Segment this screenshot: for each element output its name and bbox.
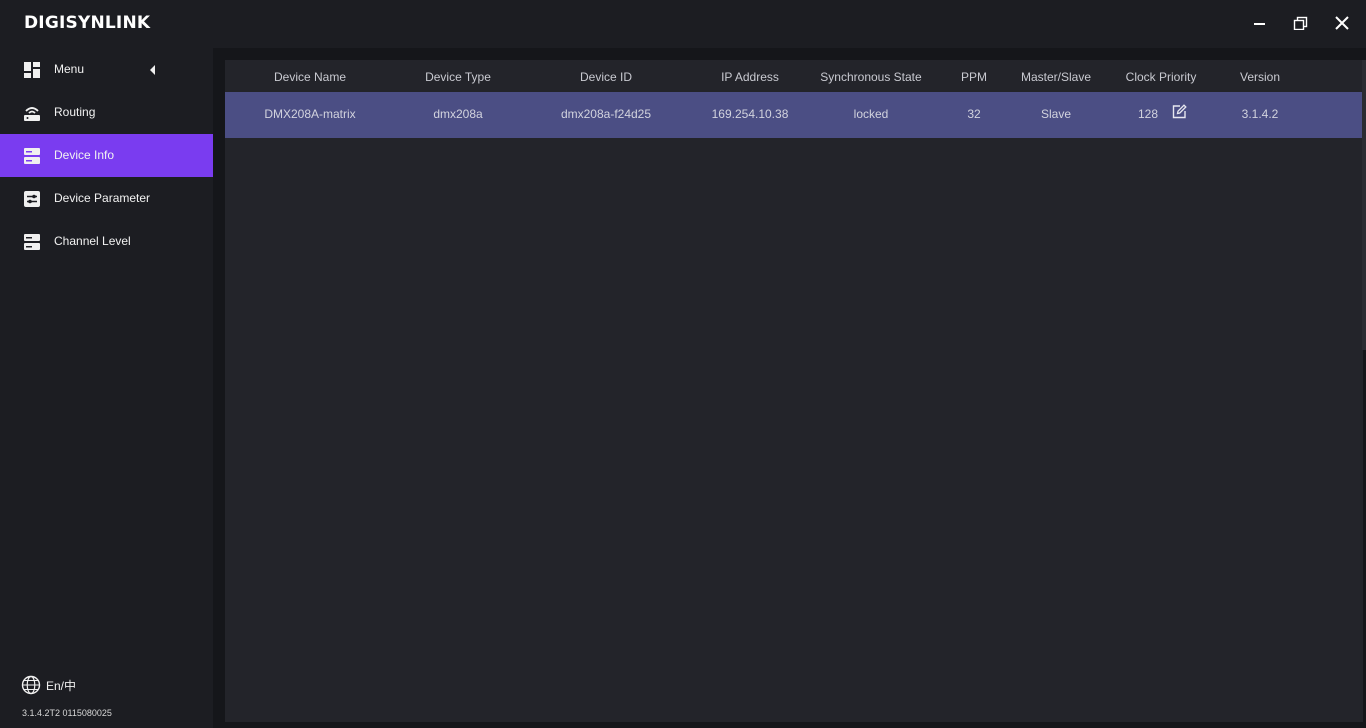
globe-icon [21,675,41,695]
build-version: 3.1.4.2T2 0115080025 [22,708,112,718]
cell-version: 3.1.4.2 [1241,107,1279,121]
column-header-device-id[interactable]: Device ID [580,70,632,84]
scrollbar[interactable] [1362,60,1366,350]
column-header-sync-state[interactable]: Synchronous State [820,70,921,84]
sidebar-item-routing[interactable]: Routing [0,91,213,134]
restore-button[interactable] [1286,10,1316,36]
app-window: DIGISYNLINK Menu Routing Device Info Dev… [0,0,1366,728]
app-logo: DIGISYNLINK [24,13,151,33]
sidebar-item-device-parameter[interactable]: Device Parameter [0,177,213,220]
device-info-table: Device Name Device Type Device ID IP Add… [225,60,1363,722]
column-header-device-name[interactable]: Device Name [274,70,346,84]
cell-device-name: DMX208A-matrix [264,107,356,121]
column-header-clock-priority[interactable]: Clock Priority [1126,70,1197,84]
cell-device-id: dmx208a-f24d25 [560,107,652,121]
dashboard-icon [24,62,40,78]
sidebar-item-label: Routing [54,105,96,119]
column-header-version[interactable]: Version [1240,70,1280,84]
main-content: Device Name Device Type Device ID IP Add… [213,48,1366,728]
server-icon [24,148,40,164]
column-header-ppm[interactable]: PPM [961,70,987,84]
sidebar-item-label: Device Parameter [54,191,151,205]
sidebar-item-label: Channel Level [54,234,131,248]
cell-clock-priority: 128 [1137,107,1159,121]
cell-sync-state: locked [853,107,889,121]
sidebar: Menu Routing Device Info Device Paramete… [0,48,213,728]
sidebar-menu-toggle[interactable]: Menu [0,48,213,91]
close-button[interactable] [1327,10,1357,36]
minimize-icon [1254,23,1265,25]
close-icon [1335,16,1349,30]
edit-icon[interactable] [1171,104,1187,120]
sidebar-menu-label: Menu [54,62,85,76]
restore-icon [1293,16,1308,30]
collapse-arrow-icon [150,65,155,75]
cell-device-type: dmx208a [433,107,483,121]
table-header: Device Name Device Type Device ID IP Add… [225,60,1363,92]
cell-ppm: 32 [967,107,981,121]
sidebar-item-device-info[interactable]: Device Info [0,134,213,177]
title-bar: DIGISYNLINK [0,0,1366,48]
column-header-master-slave[interactable]: Master/Slave [1021,70,1091,84]
minimize-button[interactable] [1245,10,1275,36]
sidebar-item-channel-level[interactable]: Channel Level [0,220,213,263]
sidebar-item-label: Device Info [54,148,115,162]
cell-master-slave: Slave [1040,107,1072,121]
column-header-device-type[interactable]: Device Type [425,70,491,84]
server-icon [24,234,40,250]
language-label: En/中 [46,679,77,693]
table-row[interactable]: DMX208A-matrix dmx208a dmx208a-f24d25 16… [225,92,1363,138]
column-header-ip-address[interactable]: IP Address [721,70,779,84]
sliders-icon [24,191,40,207]
cell-ip-address: 169.254.10.38 [711,107,789,121]
router-icon [24,107,40,121]
